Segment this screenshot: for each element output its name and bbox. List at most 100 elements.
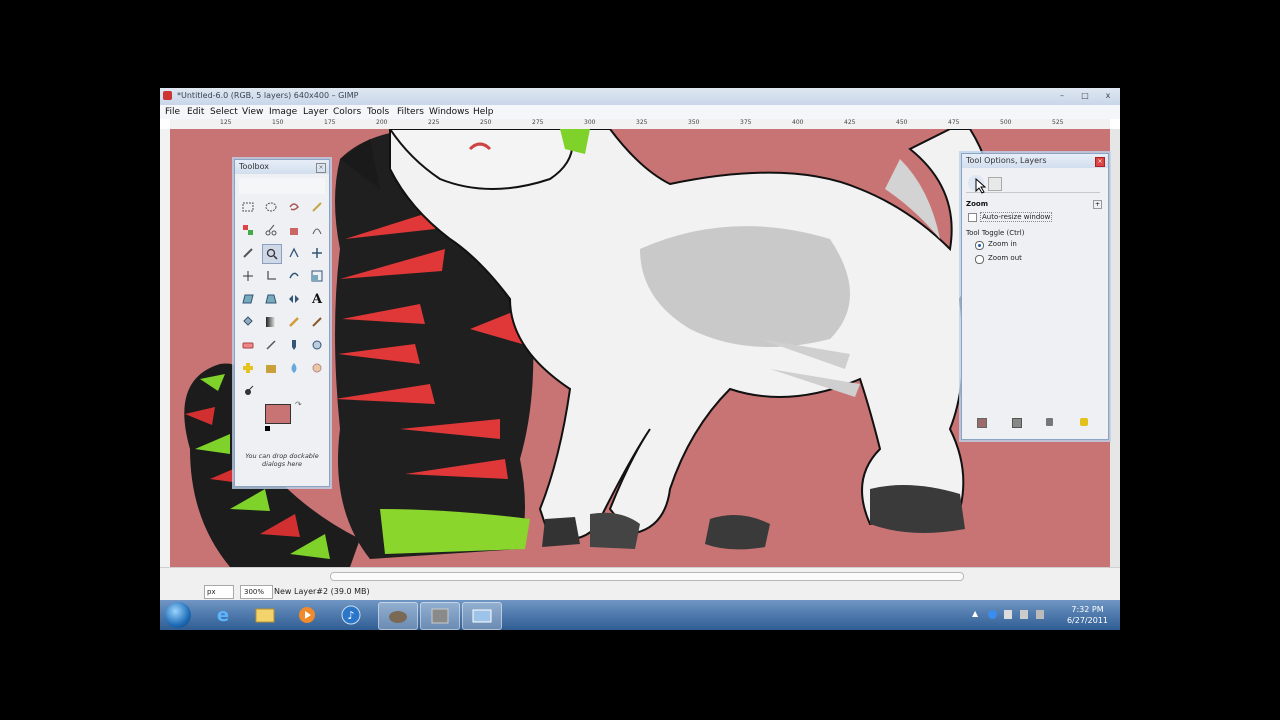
menu-help[interactable]: Help bbox=[473, 107, 494, 117]
ruler-label: 200 bbox=[376, 119, 388, 126]
ruler-label: 425 bbox=[844, 119, 856, 126]
zoom-out-radio[interactable] bbox=[975, 255, 984, 264]
tray-volume-icon[interactable] bbox=[1020, 610, 1028, 619]
tray-network-icon[interactable] bbox=[1004, 610, 1012, 619]
menu-image[interactable]: Image bbox=[269, 107, 297, 117]
vertical-scrollbar[interactable] bbox=[1110, 129, 1120, 567]
scissors-icon[interactable] bbox=[262, 221, 280, 239]
lasso-icon[interactable] bbox=[285, 198, 303, 216]
move-icon[interactable] bbox=[308, 244, 326, 262]
perspective-clone-icon[interactable] bbox=[262, 359, 280, 377]
tray-expand-icon[interactable]: ▲ bbox=[972, 609, 978, 618]
fuzzy-select-icon[interactable] bbox=[308, 198, 326, 216]
statusbar: px 300% New Layer#2 (39.0 MB) bbox=[160, 583, 1120, 600]
auto-resize-checkbox[interactable] bbox=[968, 213, 977, 222]
blur-icon[interactable] bbox=[285, 359, 303, 377]
ruler-label: 525 bbox=[1052, 119, 1064, 126]
save-options-icon[interactable] bbox=[977, 418, 987, 428]
menu-file[interactable]: File bbox=[165, 107, 180, 117]
foreground-color-swatch[interactable] bbox=[265, 404, 291, 424]
close-button[interactable]: x bbox=[1101, 91, 1115, 101]
blend-icon[interactable] bbox=[262, 313, 280, 331]
perspective-icon[interactable] bbox=[262, 290, 280, 308]
tray-power-icon[interactable] bbox=[1036, 610, 1044, 619]
restore-options-icon[interactable] bbox=[1012, 418, 1022, 428]
zoom-in-label: Zoom in bbox=[988, 240, 1017, 248]
menu-layer[interactable]: Layer bbox=[303, 107, 328, 117]
ruler-label: 175 bbox=[324, 119, 336, 126]
menu-select[interactable]: Select bbox=[210, 107, 238, 117]
ruler-label: 225 bbox=[428, 119, 440, 126]
menu-tools[interactable]: Tools bbox=[367, 107, 389, 117]
shear-icon[interactable] bbox=[239, 290, 257, 308]
minimize-button[interactable]: – bbox=[1055, 91, 1069, 101]
zoom-in-radio[interactable] bbox=[975, 241, 984, 250]
select-by-color-icon[interactable] bbox=[239, 221, 257, 239]
reset-options-icon[interactable] bbox=[1080, 418, 1088, 426]
ellipse-select-icon[interactable] bbox=[262, 198, 280, 216]
wilber-area bbox=[239, 178, 325, 194]
heal-icon[interactable] bbox=[239, 359, 257, 377]
svg-text:♪: ♪ bbox=[347, 609, 354, 622]
smudge-icon[interactable] bbox=[308, 359, 326, 377]
pencil-icon[interactable] bbox=[285, 313, 303, 331]
menu-filters[interactable]: Filters bbox=[397, 107, 424, 117]
menu-colors[interactable]: Colors bbox=[333, 107, 361, 117]
flip-icon[interactable] bbox=[285, 290, 303, 308]
airbrush-icon[interactable] bbox=[262, 336, 280, 354]
ink-icon[interactable] bbox=[285, 336, 303, 354]
maximize-button[interactable]: □ bbox=[1078, 91, 1092, 101]
explorer-taskbar-icon[interactable] bbox=[246, 602, 284, 628]
swap-colors-icon[interactable]: ↷ bbox=[295, 400, 302, 409]
zoom-tool-icon[interactable] bbox=[262, 244, 282, 264]
media-player-taskbar-icon[interactable] bbox=[288, 602, 326, 628]
tool-options-close-button[interactable]: × bbox=[1095, 157, 1105, 167]
delete-options-icon[interactable] bbox=[1046, 418, 1053, 426]
tray-app-icon[interactable] bbox=[988, 610, 997, 619]
start-button[interactable] bbox=[165, 602, 191, 628]
taskbar-clock[interactable]: 7:32 PM 6/27/2011 bbox=[1067, 604, 1108, 626]
default-colors-icon[interactable] bbox=[265, 426, 270, 431]
ie-taskbar-icon[interactable]: e bbox=[204, 602, 242, 628]
unit-select[interactable]: px bbox=[204, 585, 234, 599]
app-taskbar-icon[interactable] bbox=[420, 602, 460, 630]
color-picker-icon[interactable] bbox=[239, 244, 257, 262]
zoom-out-label: Zoom out bbox=[988, 254, 1022, 262]
rect-select-icon[interactable] bbox=[239, 198, 257, 216]
rotate-icon[interactable] bbox=[285, 267, 303, 285]
menu-view[interactable]: View bbox=[242, 107, 263, 117]
scrollbar-thumb[interactable] bbox=[330, 572, 964, 581]
tool-options-titlebar: Tool Options, Layers × bbox=[962, 154, 1108, 168]
zoom-select[interactable]: 300% bbox=[240, 585, 273, 599]
horizontal-scrollbar[interactable] bbox=[160, 567, 1120, 584]
itunes-taskbar-icon[interactable]: ♪ bbox=[332, 602, 370, 628]
dodge-burn-icon[interactable] bbox=[239, 382, 257, 400]
text-tool-icon[interactable]: A bbox=[308, 290, 326, 308]
paths-icon[interactable] bbox=[308, 221, 326, 239]
zoom-section-label: Zoom bbox=[966, 200, 988, 208]
layers-tab-icon[interactable] bbox=[988, 177, 1002, 191]
ruler-label: 325 bbox=[636, 119, 648, 126]
crop-icon[interactable] bbox=[262, 267, 280, 285]
window-title: *Untitled-6.0 (RGB, 5 layers) 640x400 – … bbox=[177, 91, 359, 100]
scale-icon[interactable] bbox=[308, 267, 326, 285]
menu-windows[interactable]: Windows bbox=[429, 107, 469, 117]
window-taskbar-icon[interactable] bbox=[462, 602, 502, 630]
auto-resize-label: Auto-resize window bbox=[980, 212, 1053, 222]
foreground-select-icon[interactable] bbox=[285, 221, 303, 239]
system-tray: ▲ bbox=[972, 609, 1062, 621]
toolbox-close-button[interactable]: × bbox=[316, 163, 326, 173]
menu-edit[interactable]: Edit bbox=[187, 107, 204, 117]
measure-icon[interactable] bbox=[285, 244, 303, 262]
align-icon[interactable] bbox=[239, 267, 257, 285]
clone-icon[interactable] bbox=[308, 336, 326, 354]
bucket-fill-icon[interactable] bbox=[239, 313, 257, 331]
eraser-icon[interactable] bbox=[239, 336, 257, 354]
mouse-cursor-icon bbox=[975, 178, 987, 194]
restore-defaults-icon[interactable]: + bbox=[1093, 200, 1102, 209]
paintbrush-icon[interactable] bbox=[308, 313, 326, 331]
taskbar: e ♪ ▲ 7:32 PM 6/27/2011 bbox=[160, 600, 1120, 630]
gimp-taskbar-icon[interactable] bbox=[378, 602, 418, 630]
ruler-label: 300 bbox=[584, 119, 596, 126]
toolbox-panel: Toolbox × A ↷ You can drop dockable dial… bbox=[234, 159, 330, 487]
